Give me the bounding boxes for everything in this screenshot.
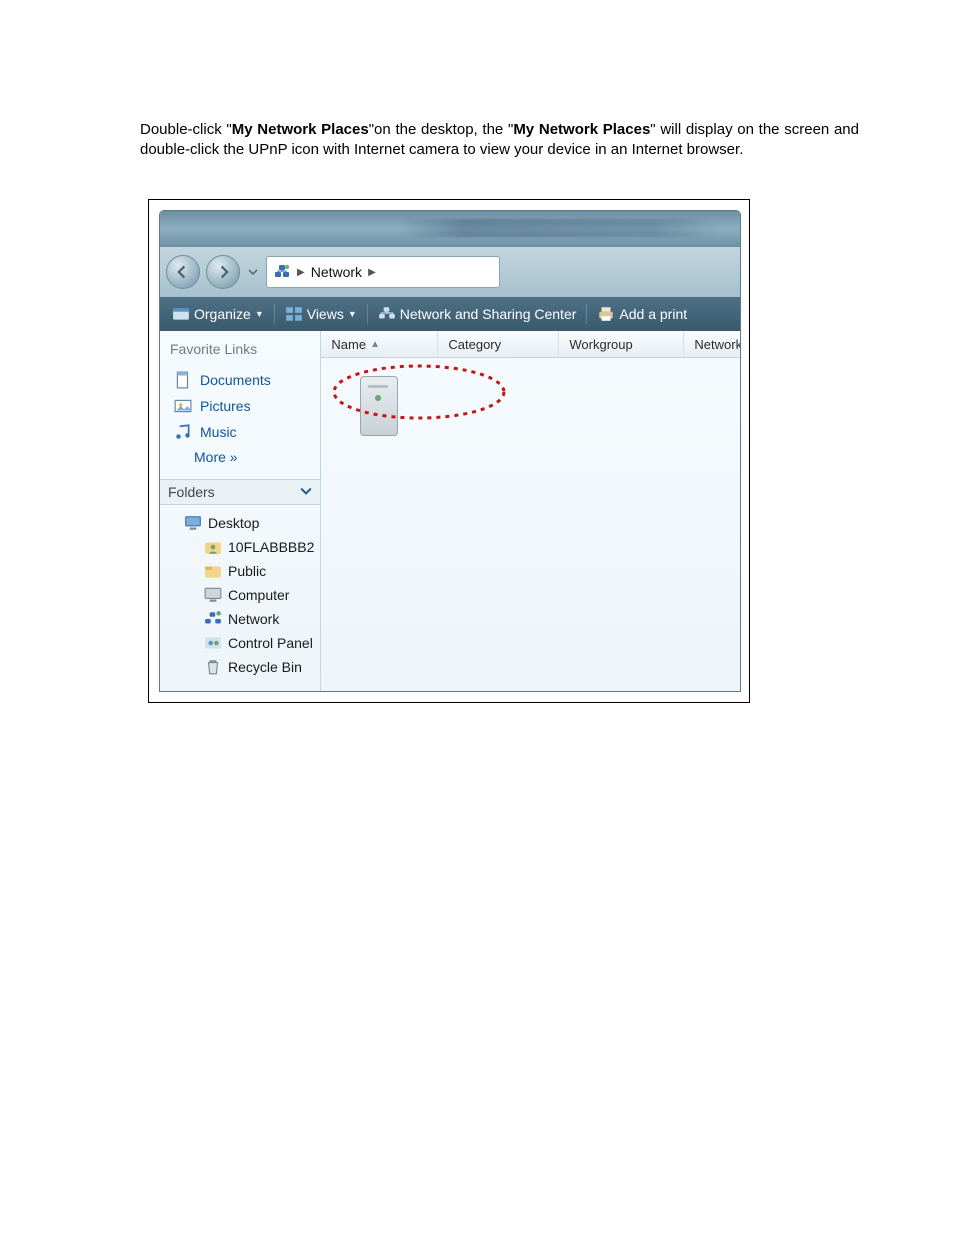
intro-text-1: Double-click " — [140, 121, 232, 138]
toolbar-separator — [586, 304, 587, 324]
toolbar-views-label: Views — [307, 306, 344, 322]
chevron-down-icon — [300, 484, 312, 500]
titlebar-blur-decor — [400, 219, 720, 237]
network-sharing-icon — [378, 305, 396, 323]
favorite-link-more[interactable]: More » — [168, 445, 320, 469]
favorites-list: Documents Pictures Music Mor — [160, 363, 320, 479]
column-header-label: Workgroup — [569, 337, 632, 352]
toolbar-add-printer-label: Add a print — [619, 306, 687, 322]
breadcrumb-location[interactable]: Network — [311, 264, 362, 280]
command-toolbar: Organize ▼ Views ▼ — [160, 297, 740, 331]
toolbar-separator — [367, 304, 368, 324]
tree-node-label: Network — [228, 611, 279, 627]
arrow-left-icon — [176, 265, 190, 279]
tree-node-computer[interactable]: Computer — [170, 583, 316, 607]
music-icon — [174, 423, 192, 441]
tree-node-network[interactable]: Network — [170, 607, 316, 631]
chevron-down-icon: ▼ — [255, 309, 264, 319]
window-body: Favorite Links Documents Pictures — [160, 331, 740, 691]
folders-header[interactable]: Folders — [160, 479, 320, 505]
items-area[interactable] — [321, 358, 741, 691]
tree-node-label: Desktop — [208, 515, 259, 531]
tree-node-label: Control Panel — [228, 635, 313, 651]
column-header-label: Name — [331, 337, 366, 352]
tree-node-label: Computer — [228, 587, 289, 603]
tree-node-recycle-bin[interactable]: Recycle Bin — [170, 655, 316, 679]
favorites-header: Favorite Links — [160, 331, 320, 363]
breadcrumb-separator-icon[interactable]: ▶ — [368, 267, 376, 278]
navigation-pane: Favorite Links Documents Pictures — [160, 331, 321, 691]
arrow-right-icon — [216, 265, 230, 279]
organize-icon — [172, 305, 190, 323]
favorite-link-label: More » — [194, 449, 238, 465]
tree-node-public[interactable]: Public — [170, 559, 316, 583]
content-pane: Name ▲ Category Workgroup Network — [321, 331, 741, 691]
folder-tree: Desktop 10FLABBBB2 Public — [160, 505, 320, 685]
favorite-link-label: Pictures — [200, 398, 251, 414]
public-folder-icon — [204, 562, 222, 580]
desktop-icon — [184, 514, 202, 532]
nav-back-button[interactable] — [166, 255, 200, 289]
column-header-network[interactable]: Network — [684, 331, 741, 357]
column-header-name[interactable]: Name ▲ — [321, 331, 438, 357]
tree-node-control-panel[interactable]: Control Panel — [170, 631, 316, 655]
toolbar-separator — [274, 304, 275, 324]
toolbar-network-sharing-label: Network and Sharing Center — [400, 306, 577, 322]
nav-history-dropdown[interactable] — [246, 267, 260, 277]
breadcrumb-separator-icon: ▶ — [297, 267, 305, 278]
toolbar-views-button[interactable]: Views ▼ — [281, 305, 361, 323]
column-header-label: Network — [694, 337, 741, 352]
toolbar-organize-label: Organize — [194, 306, 251, 322]
tree-node-label: Public — [228, 563, 266, 579]
printer-icon — [597, 305, 615, 323]
nav-forward-button[interactable] — [206, 255, 240, 289]
column-header-label: Category — [448, 337, 501, 352]
column-header-workgroup[interactable]: Workgroup — [559, 331, 684, 357]
toolbar-add-printer-button[interactable]: Add a print — [593, 305, 691, 323]
toolbar-network-sharing-button[interactable]: Network and Sharing Center — [374, 305, 581, 323]
instruction-paragraph: Double-click "My Network Places"on the d… — [140, 120, 859, 159]
column-header-category[interactable]: Category — [438, 331, 559, 357]
column-headers: Name ▲ Category Workgroup Network — [321, 331, 741, 358]
network-icon — [273, 263, 291, 281]
favorite-link-pictures[interactable]: Pictures — [168, 393, 320, 419]
explorer-window: ▶ Network ▶ Organize ▼ — [159, 210, 741, 692]
tree-node-label: 10FLABBBB2 — [228, 539, 314, 555]
chevron-down-icon — [248, 267, 258, 277]
intro-bold-2: My Network Places — [513, 121, 650, 138]
favorite-link-label: Documents — [200, 372, 271, 388]
views-icon — [285, 305, 303, 323]
favorite-link-label: Music — [200, 424, 237, 440]
pictures-icon — [174, 397, 192, 415]
intro-bold-1: My Network Places — [232, 121, 369, 138]
sort-ascending-icon: ▲ — [370, 339, 380, 350]
window-titlebar[interactable] — [160, 211, 740, 247]
user-folder-icon — [204, 538, 222, 556]
device-tower-icon — [360, 376, 398, 436]
computer-icon — [204, 586, 222, 604]
tree-node-desktop[interactable]: Desktop — [170, 511, 316, 535]
favorite-link-documents[interactable]: Documents — [168, 367, 320, 393]
toolbar-organize-button[interactable]: Organize ▼ — [168, 305, 268, 323]
network-icon — [204, 610, 222, 628]
network-device-item[interactable] — [351, 372, 407, 438]
tree-node-user[interactable]: 10FLABBBB2 — [170, 535, 316, 559]
chevron-down-icon: ▼ — [348, 309, 357, 319]
folders-header-label: Folders — [168, 484, 215, 500]
control-panel-icon — [204, 634, 222, 652]
tree-node-label: Recycle Bin — [228, 659, 302, 675]
address-row: ▶ Network ▶ — [160, 247, 740, 297]
documents-icon — [174, 371, 192, 389]
address-bar[interactable]: ▶ Network ▶ — [266, 256, 500, 288]
favorite-link-music[interactable]: Music — [168, 419, 320, 445]
intro-text-2: "on the desktop, the " — [369, 121, 514, 138]
recycle-bin-icon — [204, 658, 222, 676]
screenshot-frame: ▶ Network ▶ Organize ▼ — [148, 199, 750, 703]
